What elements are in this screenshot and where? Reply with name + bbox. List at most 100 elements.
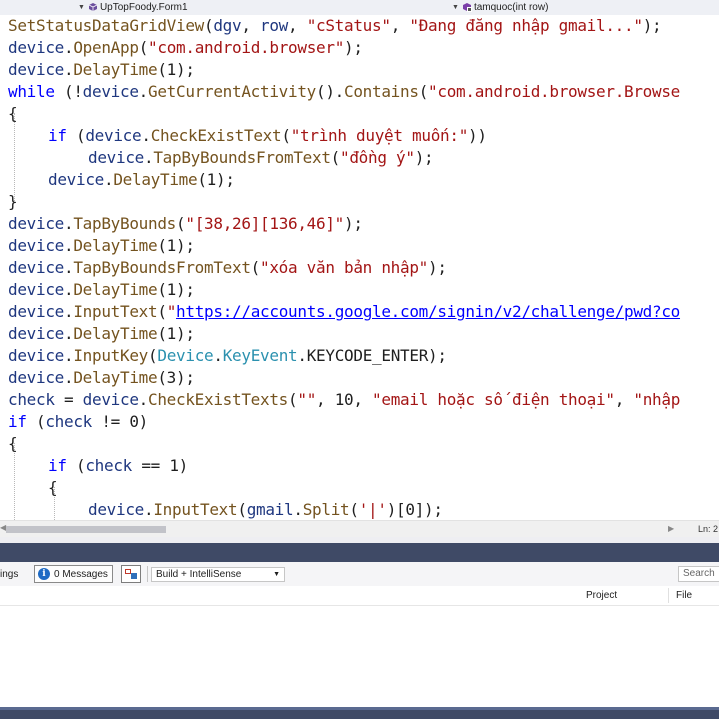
messages-label: 0 Messages <box>54 568 108 580</box>
code-token: KeyEvent <box>222 346 298 365</box>
horizontal-scrollbar[interactable]: ◀ ▶ Ln: 2 <box>0 520 719 538</box>
code-token: DelayTime <box>73 368 158 387</box>
code-token: ( <box>330 148 341 167</box>
code-token: != 0) <box>92 412 149 431</box>
code-token: ( <box>281 126 291 145</box>
line-indicator: Ln: 2 <box>698 524 719 534</box>
column-separator[interactable] <box>668 588 669 603</box>
code-line[interactable]: } <box>8 191 18 213</box>
code-token[interactable]: https://accounts.google.com/signin/v2/ch… <box>176 302 680 321</box>
code-line[interactable]: check = device.CheckExistTexts("", 10, "… <box>8 389 680 411</box>
class-dropdown[interactable]: ▼ UpTopFoody.Form1 <box>78 0 188 14</box>
code-token: device <box>8 214 64 233</box>
code-token: , <box>614 390 634 409</box>
code-token: ( <box>176 214 186 233</box>
code-token: (3); <box>157 368 195 387</box>
code-token: . <box>144 500 154 519</box>
code-token: (1); <box>157 324 195 343</box>
build-filter-dropdown[interactable]: Build + IntelliSense ▼ <box>151 567 285 582</box>
member-dropdown-label: tamquoc(int row) <box>473 1 549 13</box>
code-token: } <box>8 192 18 211</box>
code-token: InputKey <box>73 346 149 365</box>
code-line[interactable]: while (!device.GetCurrentActivity().Cont… <box>8 81 680 103</box>
code-token: ); <box>344 214 363 233</box>
code-line[interactable]: if (check == 1) <box>48 455 188 477</box>
code-line[interactable]: device.DelayTime(1); <box>48 169 235 191</box>
code-token: ( <box>204 16 214 35</box>
code-token: check <box>45 412 93 431</box>
scroll-right-icon[interactable]: ▶ <box>668 524 674 533</box>
code-token: Device <box>157 346 214 365</box>
warnings-filter-button[interactable]: ings <box>0 569 18 580</box>
code-token: if <box>8 412 27 431</box>
code-token: ); <box>344 38 363 57</box>
code-token: (). <box>316 82 345 101</box>
code-token: "[38,26][136,46]" <box>185 214 345 233</box>
code-line[interactable]: device.DelayTime(3); <box>8 367 195 389</box>
code-token: . <box>64 60 74 79</box>
messages-filter-button[interactable]: i 0 Messages <box>34 565 113 583</box>
code-token: "com.android.browser.Browse <box>428 82 681 101</box>
code-line[interactable]: device.DelayTime(1); <box>8 235 195 257</box>
code-line[interactable]: device.TapByBoundsFromText("xóa văn bản … <box>8 257 447 279</box>
code-token: ( <box>250 258 261 277</box>
code-line[interactable]: device.InputText("https://accounts.googl… <box>8 301 680 323</box>
code-token: DelayTime <box>73 60 158 79</box>
code-line[interactable]: device.DelayTime(1); <box>8 323 195 345</box>
code-line[interactable]: { <box>48 477 58 499</box>
code-token: device <box>8 280 64 299</box>
code-line[interactable]: { <box>8 433 18 455</box>
code-token: dgv <box>213 16 242 35</box>
code-token: device <box>8 60 64 79</box>
code-token: . <box>64 258 74 277</box>
code-token: DelayTime <box>73 236 158 255</box>
code-token: (! <box>54 82 83 101</box>
dropdown-arrow-icon: ▼ <box>452 3 459 11</box>
code-token: device <box>8 38 64 57</box>
method-icon <box>462 2 472 12</box>
code-token: "" <box>297 390 317 409</box>
code-token: if <box>48 126 67 145</box>
code-token: device <box>82 390 139 409</box>
code-line[interactable]: SetStatusDataGridView(dgv, row, "cStatus… <box>8 15 662 37</box>
code-token: . <box>138 82 149 101</box>
code-token: row <box>260 16 289 35</box>
chevron-down-icon: ▼ <box>273 571 280 578</box>
code-token: )) <box>468 126 487 145</box>
class-dropdown-label: UpTopFoody.Form1 <box>99 1 188 13</box>
column-header-project[interactable]: Project <box>586 590 617 601</box>
code-line[interactable]: device.OpenApp("com.android.browser"); <box>8 37 363 59</box>
code-line[interactable]: device.DelayTime(1); <box>8 59 195 81</box>
search-placeholder: Search <box>683 568 715 579</box>
code-token: device <box>8 258 64 277</box>
code-line[interactable]: if (device.CheckExistText("trình duyệt m… <box>48 125 487 147</box>
code-token: check <box>8 390 55 409</box>
code-line[interactable]: device.TapByBounds("[38,26][136,46]"); <box>8 213 363 235</box>
code-token: . <box>144 148 154 167</box>
code-token: device <box>85 126 142 145</box>
code-token: device <box>88 500 144 519</box>
code-token: device <box>8 368 64 387</box>
error-list-title-bar <box>0 543 719 562</box>
member-dropdown[interactable]: ▼ tamquoc(int row) <box>452 0 548 14</box>
code-token: .KEYCODE_ENTER); <box>297 346 447 365</box>
filter-toggle-button[interactable] <box>121 565 141 583</box>
code-token: , <box>390 16 410 35</box>
code-line[interactable]: { <box>8 103 18 125</box>
code-token: device <box>8 236 64 255</box>
code-line[interactable]: device.TapByBoundsFromText("đồng ý"); <box>88 147 434 169</box>
code-token: GetCurrentActivity <box>148 82 317 101</box>
code-line[interactable]: device.InputText(gmail.Split('|')[0]); <box>88 499 443 520</box>
code-token: DelayTime <box>73 324 158 343</box>
code-token: ( <box>288 390 298 409</box>
column-header-file[interactable]: File <box>676 590 692 601</box>
status-bar <box>0 707 719 719</box>
code-line[interactable]: if (check != 0) <box>8 411 148 433</box>
code-token: OpenApp <box>73 38 139 57</box>
scrollbar-thumb[interactable] <box>6 526 166 533</box>
code-token: . <box>213 346 223 365</box>
code-line[interactable]: device.DelayTime(1); <box>8 279 195 301</box>
code-line[interactable]: device.InputKey(Device.KeyEvent.KEYCODE_… <box>8 345 447 367</box>
code-editor[interactable]: SetStatusDataGridView(dgv, row, "cStatus… <box>0 15 719 520</box>
search-input[interactable]: Search <box>678 566 719 582</box>
